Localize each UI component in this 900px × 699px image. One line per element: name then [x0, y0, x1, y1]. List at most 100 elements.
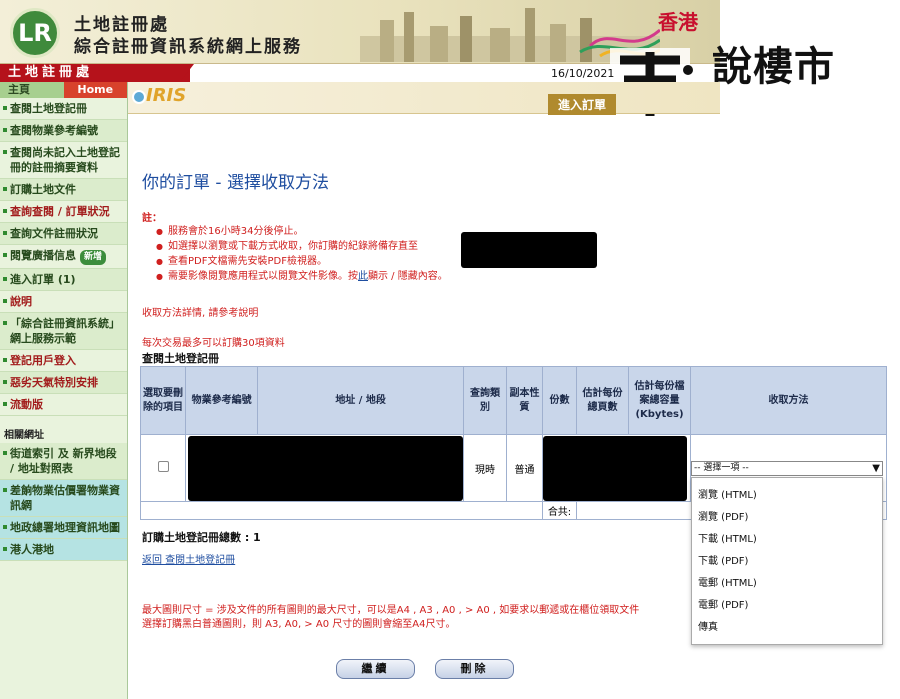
- copy-nature-cell: 普通: [506, 434, 543, 502]
- sidebar-item-broadcast[interactable]: 閱覽廣播信息 新增: [0, 245, 127, 269]
- iris-banner: IRIS 進入訂單: [128, 82, 720, 115]
- col-file-size: 估計每份檔案總容量 (Kbytes): [628, 366, 691, 435]
- iris-dot-icon: [132, 90, 146, 104]
- option-browse-html[interactable]: 瀏覽 (HTML): [692, 485, 882, 507]
- order-limit-text: 每次交易最多可以訂購30項資料: [142, 338, 285, 349]
- page-title: 你的訂單 - 選擇收取方法: [142, 173, 329, 193]
- sidebar-item-label: 說明: [10, 295, 32, 308]
- sidebar-item-label: 「綜合註冊資訊系統」網上服務示範: [10, 317, 120, 345]
- iris-logo: IRIS: [146, 85, 187, 106]
- option-email-pdf[interactable]: 電郵 (PDF): [692, 595, 882, 617]
- sidebar-tabs: 主頁 Home: [0, 82, 127, 98]
- delivery-method-select[interactable]: -- 選擇一項 -- ▼: [691, 461, 883, 476]
- sidebar-item-hk-land[interactable]: 港人港地: [0, 539, 127, 561]
- sidebar-item-rvd[interactable]: 差餉物業估價署物業資訊網: [0, 480, 127, 517]
- option-download-html[interactable]: 下載 (HTML): [692, 529, 882, 551]
- sidebar-item-lands-map[interactable]: 地政總署地理資訊地圖: [0, 517, 127, 539]
- delete-button[interactable]: 刪除: [435, 659, 514, 679]
- col-copies: 份數: [542, 366, 577, 435]
- sidebar-item-demo[interactable]: 「綜合註冊資訊系統」網上服務示範: [0, 313, 127, 350]
- sidebar-item-order-status[interactable]: 查詢查閱 / 訂單狀況: [0, 201, 127, 223]
- redacted-cell: [542, 434, 691, 502]
- sidebar-item-label: 查詢查閱 / 訂單狀況: [10, 205, 110, 218]
- department-bar: 土地註冊處: [0, 64, 190, 82]
- redacted-block: [188, 435, 463, 501]
- note-text: 需要影像閱覽應用程式以閱覽文件影像。按: [168, 271, 358, 282]
- sidebar-item-property-ref[interactable]: 查閱物業參考編號: [0, 120, 127, 142]
- note-item: 需要影像閱覽應用程式以閱覽文件影像。按此顯示 / 隱藏內容。: [156, 269, 448, 284]
- col-copy-nature: 副本性質: [506, 366, 543, 435]
- sidebar-item-help[interactable]: 說明: [0, 291, 127, 313]
- sidebar-item-street-index[interactable]: 街道索引 及 新界地段 / 地址對照表: [0, 443, 127, 480]
- redacted-block: [543, 435, 687, 501]
- tab-main[interactable]: 主頁: [0, 82, 64, 98]
- org-subtitle: 綜合註冊資訊系統網上服務: [74, 37, 302, 57]
- related-links-title: 相關網址: [4, 430, 44, 441]
- table-header-row: 選取要刪除的項目 物業參考編號 地址 / 地段 查詢類別 副本性質 份數 估計每…: [140, 366, 887, 435]
- redacted-block: [461, 232, 597, 268]
- total-label: 合共:: [542, 501, 577, 520]
- sidebar-item-weather[interactable]: 惡劣天氣特別安排: [0, 372, 127, 394]
- toggle-content-link[interactable]: 此: [358, 271, 368, 282]
- col-property-ref: 物業參考編號: [184, 366, 259, 435]
- new-badge: 新增: [80, 250, 107, 265]
- order-entry-banner: 進入訂單: [548, 94, 617, 115]
- col-search-type: 查詢類別: [463, 366, 507, 435]
- sidebar-item-label: 差餉物業估價署物業資訊網: [10, 484, 120, 512]
- col-address: 地址 / 地段: [257, 366, 464, 435]
- sidebar: 主頁 Home 查閱土地登記冊 查閱物業參考編號 查閱尚未記入土地登記冊的註冊摘…: [0, 82, 128, 699]
- delete-checkbox[interactable]: [157, 461, 169, 472]
- sidebar-item-label: 查閱物業參考編號: [10, 124, 98, 137]
- option-browse-pdf[interactable]: 瀏覽 (PDF): [692, 507, 882, 529]
- section-heading: 查閱土地登記冊: [142, 352, 219, 365]
- sidebar-item-memorial-day-book[interactable]: 查閱尚未記入土地登記冊的註冊摘要資料: [0, 142, 127, 179]
- sidebar-item-label: 登記用戶登入: [10, 354, 76, 367]
- option-download-pdf[interactable]: 下載 (PDF): [692, 551, 882, 573]
- chevron-down-icon: ▼: [872, 463, 880, 474]
- sidebar-item-label: 惡劣天氣特別安排: [10, 376, 98, 389]
- note-label: 註：: [142, 213, 162, 224]
- sidebar-item-mobile[interactable]: 流動版: [0, 394, 127, 416]
- option-email-html[interactable]: 電郵 (HTML): [692, 573, 882, 595]
- back-link[interactable]: 返回 查閱土地登記冊: [142, 551, 235, 566]
- sidebar-item-label: 查閱土地登記冊: [10, 102, 87, 115]
- land-registry-logo[interactable]: LR: [10, 8, 60, 58]
- search-type-cell: 現時: [463, 434, 507, 502]
- max-size-line: 最大圖則尺寸 = 涉及文件的所有圖則的最大尺寸，可以是A4 , A3 , A0 …: [142, 605, 640, 616]
- delivery-method-dropdown: 瀏覽 (HTML) 瀏覽 (PDF) 下載 (HTML) 下載 (PDF) 電郵…: [691, 477, 883, 645]
- total-count: 訂購土地登記冊總數 : 1: [142, 531, 261, 544]
- sidebar-item-search-register[interactable]: 查閱土地登記冊: [0, 98, 127, 120]
- sidebar-item-label: 流動版: [10, 398, 43, 411]
- sidebar-item-label: 街道索引 及 新界地段 / 地址對照表: [10, 447, 117, 475]
- sidebar-item-enter-order[interactable]: 進入訂單 (1): [0, 269, 127, 291]
- watermark-text: 說樓市: [712, 44, 835, 90]
- col-delivery: 收取方法: [690, 366, 887, 435]
- note-item: 服務會於16小時34分後停止。: [156, 224, 448, 239]
- sidebar-item-label: 查閱尚未記入土地登記冊的註冊摘要資料: [10, 146, 120, 174]
- sidebar-item-label: 查詢文件註冊狀況: [10, 227, 98, 240]
- sidebar-item-label: 訂購土地文件: [10, 183, 76, 196]
- sidebar-item-user-login[interactable]: 登記用戶登入: [0, 350, 127, 372]
- sidebar-item-label: 地政總署地理資訊地圖: [10, 521, 120, 534]
- tab-home[interactable]: Home: [63, 82, 127, 98]
- col-pages: 估計每份總頁數: [576, 366, 629, 435]
- sidebar-item-label: 閱覽廣播信息: [10, 249, 76, 262]
- col-select: 選取要刪除的項目: [140, 366, 186, 435]
- sidebar-item-registration-status[interactable]: 查詢文件註冊狀況: [0, 223, 127, 245]
- notes-list: 服務會於16小時34分後停止。 如選擇以瀏覽或下載方式收取，你訂購的紀錄將備存直…: [156, 224, 448, 284]
- note-text: 顯示 / 隱藏內容。: [368, 271, 448, 282]
- redacted-cell: [185, 434, 464, 502]
- select-value: -- 選擇一項 --: [694, 463, 749, 473]
- total-blank: [140, 501, 543, 520]
- option-fax[interactable]: 傳真: [692, 617, 882, 639]
- max-size-note: 最大圖則尺寸 = 涉及文件的所有圖則的最大尺寸，可以是A4 , A3 , A0 …: [142, 604, 702, 632]
- department-bar-tail: [180, 64, 194, 82]
- row-select-cell: [140, 434, 186, 502]
- sidebar-item-label: 進入訂單 (1): [10, 273, 76, 286]
- max-size-line: 選擇訂購黑白普通圖則，則 A3, A0, > A0 尺寸的圖則會縮至A4尺寸。: [142, 619, 456, 630]
- method-info-text: 收取方法詳情, 請參考說明: [142, 308, 259, 319]
- sidebar-item-order-documents[interactable]: 訂購土地文件: [0, 179, 127, 201]
- current-date: 16/10/2021: [548, 67, 618, 80]
- continue-button[interactable]: 繼續: [336, 659, 415, 679]
- note-item: 如選擇以瀏覽或下載方式收取，你訂購的紀錄將備存直至: [156, 239, 448, 254]
